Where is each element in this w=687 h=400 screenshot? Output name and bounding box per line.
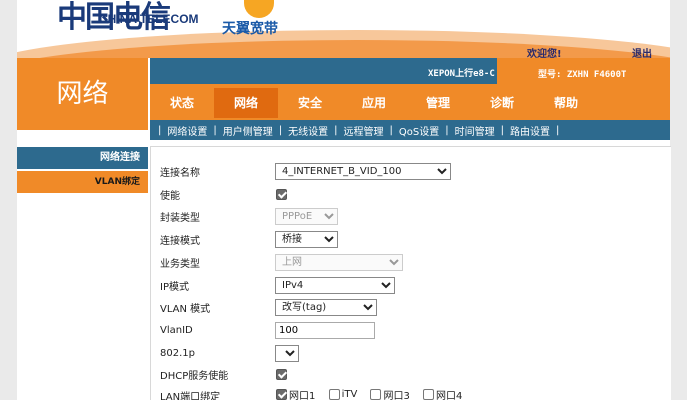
lan-port-4[interactable]: 网口4	[423, 387, 462, 400]
subnav-routing[interactable]: 路由设置	[510, 123, 550, 138]
china-telecom-logo: 中国电信 CHINA TELECOM	[57, 0, 217, 35]
tab-diagnostics[interactable]: 诊断	[470, 88, 534, 118]
conn-mode-select[interactable]: 桥接	[275, 230, 338, 248]
tab-status[interactable]: 状态	[150, 88, 214, 118]
service-label: 业务类型	[160, 258, 200, 270]
vlan-id-label: VlanID	[160, 324, 193, 336]
page-margin-right	[670, 0, 687, 400]
main-nav: 状态 网络 安全 应用 管理 诊断 帮助	[150, 88, 598, 118]
conn-name-select[interactable]: 4_INTERNET_B_VID_100	[275, 162, 451, 180]
content-panel	[150, 146, 671, 400]
ip-mode-select[interactable]: IPv4	[275, 276, 395, 294]
conn-mode-label: 连接模式	[160, 235, 200, 247]
tab-network[interactable]: 网络	[214, 88, 278, 118]
subnav-remote[interactable]: 远程管理	[344, 123, 384, 138]
dhcp-label: DHCP服务使能	[160, 370, 229, 382]
tab-help[interactable]: 帮助	[534, 88, 598, 118]
encap-select[interactable]: PPPoE	[275, 207, 338, 225]
lan-port-1-checkbox[interactable]	[276, 389, 287, 400]
enable-label: 使能	[160, 190, 180, 202]
tianyi-broadband-logo: 天翼宽带	[222, 0, 332, 42]
vlan-mode-label: VLAN 模式	[160, 303, 211, 315]
sidebar-item-network-connection[interactable]: 网络连接	[17, 147, 148, 169]
tianyi-logo-text: 天翼宽带	[222, 21, 278, 37]
vlan-mode-select[interactable]: 改写(tag)	[275, 298, 377, 316]
lan-port-3[interactable]: 网口3	[370, 387, 410, 400]
lan-port-1[interactable]: 网口1	[276, 387, 315, 400]
china-telecom-logo-text: CHINA TELECOM	[99, 12, 199, 26]
dot1p-label: 802.1p	[160, 347, 195, 359]
dot1p-select[interactable]: 0	[275, 344, 299, 362]
sidebar-item-vlan-binding[interactable]: VLAN绑定	[17, 171, 148, 193]
tab-management[interactable]: 管理	[406, 88, 470, 118]
device-info: XEPON上行e8-C	[428, 69, 495, 79]
lan-port-3-checkbox[interactable]	[370, 389, 382, 400]
lan-bind-label: LAN端口绑定	[160, 391, 221, 400]
dhcp-checkbox[interactable]	[276, 368, 287, 380]
subnav-network-settings[interactable]: 网络设置	[167, 123, 207, 138]
service-select[interactable]: 上网	[275, 253, 403, 271]
tab-applications[interactable]: 应用	[342, 88, 406, 118]
encap-label: 封装类型	[160, 212, 200, 224]
model-text: 型号: ZXHN F4600T	[538, 70, 627, 80]
sub-nav: | 网络设置 | 用户侧管理 | 无线设置 | 远程管理 | QoS设置 | 时间管理 | 路…	[150, 120, 670, 140]
tianyi-swirl-icon	[244, 0, 274, 18]
tab-security[interactable]: 安全	[278, 88, 342, 118]
lan-port-itv-checkbox[interactable]	[328, 389, 340, 400]
ip-mode-label: IP模式	[160, 281, 189, 293]
lan-port-itv[interactable]: iTV	[328, 389, 357, 400]
lan-port-group: 网口1 iTV 网口3 网口4	[276, 387, 472, 400]
router-admin-page: 中国电信 CHINA TELECOM 天翼宽带 欢迎您! 退出 网络 XEPON…	[0, 0, 687, 400]
subnav-wireless[interactable]: 无线设置	[288, 123, 328, 138]
subnav-time[interactable]: 时间管理	[455, 123, 495, 138]
page-margin-left	[0, 0, 17, 400]
section-title: 网络	[17, 58, 148, 130]
header-banner: 中国电信 CHINA TELECOM 天翼宽带	[17, 0, 670, 58]
subnav-user-side[interactable]: 用户侧管理	[223, 123, 273, 138]
lan-port-4-checkbox[interactable]	[423, 389, 435, 400]
enable-checkbox[interactable]	[276, 188, 287, 200]
vlan-id-input[interactable]	[275, 321, 375, 339]
subnav-qos[interactable]: QoS设置	[399, 123, 439, 138]
conn-name-label: 连接名称	[160, 167, 200, 179]
